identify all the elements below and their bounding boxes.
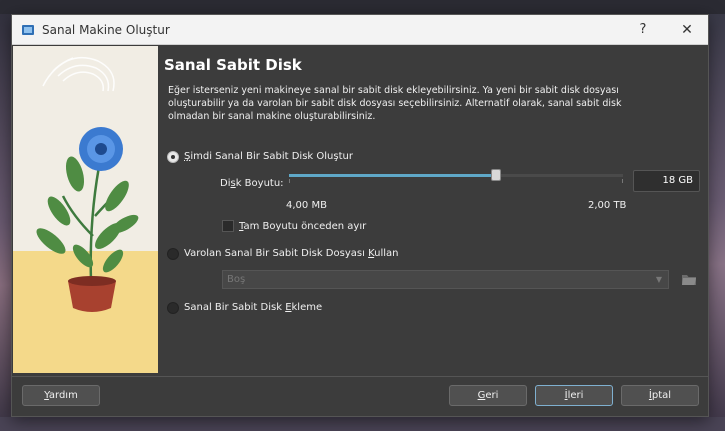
help-button[interactable]: Yardım — [22, 385, 100, 406]
titlebar: Sanal Makine Oluştur ? ✕ — [12, 15, 708, 45]
next-button[interactable]: İleri — [535, 385, 613, 406]
existing-disk-select[interactable]: Boş ▼ — [222, 270, 669, 289]
radio-no-disk-label[interactable]: Sanal Bir Sabit Disk Ekleme — [184, 302, 322, 313]
page-title: Sanal Sabit Disk — [164, 56, 302, 74]
disk-size-max-label: 2,00 TB — [588, 200, 627, 211]
preallocate-checkbox[interactable] — [222, 220, 234, 232]
help-icon[interactable]: ? — [628, 20, 658, 40]
desktop-background-top — [0, 0, 725, 14]
wizard-content: Sanal Sabit Disk Eğer isterseniz yeni ma… — [162, 46, 708, 376]
desktop-background-bottom — [0, 417, 725, 431]
radio-no-disk[interactable] — [167, 302, 179, 314]
radio-use-existing-disk[interactable] — [167, 248, 179, 260]
preallocate-label[interactable]: Tam Boyutu önceden ayır — [239, 221, 366, 232]
window-title: Sanal Makine Oluştur — [42, 23, 170, 37]
wizard-side-illustration — [13, 46, 158, 373]
disk-size-min-label: 4,00 MB — [286, 200, 327, 211]
desktop-background-right — [709, 14, 725, 431]
create-vm-dialog: Sanal Makine Oluştur ? ✕ Sanal Sabit Dis… — [11, 14, 709, 417]
radio-create-new-disk-label[interactable]: Şimdi Sanal Bir Sabit Disk Oluştur — [184, 151, 353, 162]
existing-disk-select-value: Boş — [227, 274, 246, 285]
virtualbox-app-icon — [22, 25, 34, 35]
disk-size-slider-handle[interactable] — [491, 169, 502, 181]
disk-size-input[interactable]: 18 GB — [633, 170, 700, 192]
disk-size-label: Disk Boyutu: — [220, 178, 284, 189]
radio-use-existing-disk-label[interactable]: Varolan Sanal Bir Sabit Disk Dosyası Kul… — [184, 248, 399, 259]
page-description: Eğer isterseniz yeni makineye sanal bir … — [168, 85, 622, 122]
radio-create-new-disk[interactable] — [167, 151, 179, 163]
back-button[interactable]: Geri — [449, 385, 527, 406]
disk-size-slider-remaining[interactable] — [496, 174, 623, 177]
close-icon[interactable]: ✕ — [672, 20, 702, 40]
disk-size-slider-ticks — [289, 179, 623, 183]
chevron-down-icon: ▼ — [655, 275, 662, 284]
folder-open-icon[interactable] — [680, 270, 698, 288]
dialog-footer: Yardım Geri İleri İptal — [12, 376, 708, 416]
cancel-button[interactable]: İptal — [621, 385, 699, 406]
